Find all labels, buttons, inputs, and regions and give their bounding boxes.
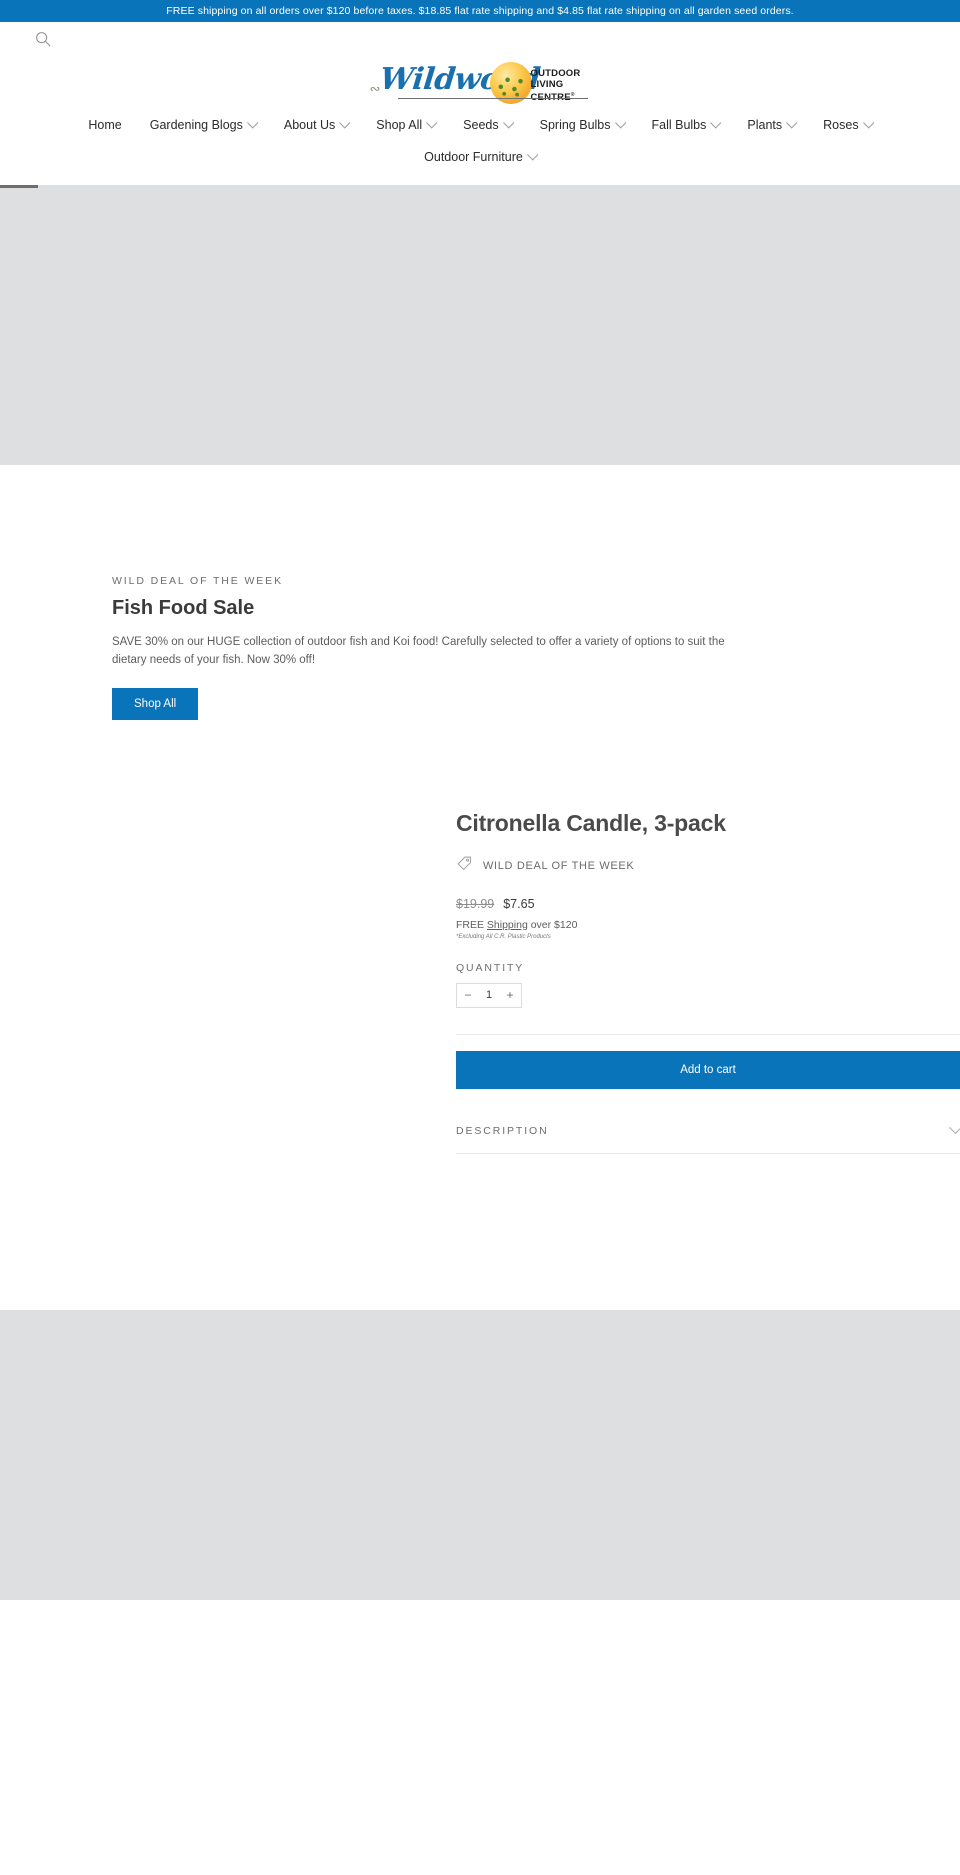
chevron-down-icon [246, 117, 259, 129]
chevron-down-icon [614, 117, 626, 129]
logo-tagline-line1: OUTDOOR [530, 68, 581, 79]
shipping-note: FREE Shipping over $120 [456, 919, 960, 931]
nav-label: Outdoor Furniture [424, 150, 523, 164]
chevron-down-icon [339, 117, 351, 129]
price-compare-at: $19.99 [456, 896, 495, 911]
nav-label: Fall Bulbs [651, 118, 707, 132]
shipping-prefix: FREE [456, 918, 487, 931]
shop-all-button[interactable]: Shop All [112, 687, 199, 720]
nav-label: Roses [823, 118, 859, 132]
site-logo[interactable]: ∾ Wildwood OUTDOOR LIVING CENTRE® [368, 58, 593, 106]
nav-label: Home [88, 118, 122, 132]
hero-banner[interactable] [0, 185, 960, 465]
section-divider [456, 1033, 960, 1035]
chevron-down-icon [426, 117, 438, 129]
footer-block [0, 1309, 960, 1600]
search-row [0, 22, 960, 56]
deal-content: WILD DEAL OF THE WEEK Fish Food Sale SAV… [80, 575, 880, 720]
nav-label: Gardening Blogs [149, 118, 243, 132]
deal-eyebrow: WILD DEAL OF THE WEEK [112, 575, 283, 587]
hero-progress-indicator [0, 185, 38, 188]
quantity-input[interactable] [479, 989, 499, 1002]
chevron-down-icon [786, 117, 798, 129]
quantity-stepper[interactable]: − + [456, 982, 522, 1008]
product-details: Citronella Candle, 3-pack WILD DEAL OF T… [456, 810, 960, 1190]
shipping-link[interactable]: Shipping [487, 919, 528, 931]
deal-of-the-week-section: WILD DEAL OF THE WEEK Fish Food Sale SAV… [0, 465, 960, 810]
logo-row: ∾ Wildwood OUTDOOR LIVING CENTRE® [0, 56, 960, 106]
site-header: ∾ Wildwood OUTDOOR LIVING CENTRE® Home G… [0, 22, 960, 185]
chevron-down-icon [710, 117, 722, 129]
nav-item-plants[interactable]: Plants [733, 112, 809, 138]
nav-item-gardening-blogs[interactable]: Gardening Blogs [136, 112, 270, 138]
chevron-down-icon [949, 1121, 960, 1135]
nav-second-row: Outdoor Furniture [0, 144, 960, 170]
shipping-fineprint: *Excluding All C.R. Plastic Products [456, 933, 551, 940]
quantity-label: QUANTITY [456, 961, 525, 974]
main-navigation: Home Gardening Blogs About Us Shop All S… [0, 106, 960, 184]
nav-item-about-us[interactable]: About Us [270, 112, 362, 138]
nav-label: Plants [747, 118, 783, 132]
quantity-decrease-button[interactable]: − [457, 984, 479, 1007]
price-current: $7.65 [503, 896, 535, 911]
product-title: Citronella Candle, 3-pack [456, 809, 726, 836]
nav-item-seeds[interactable]: Seeds [449, 112, 525, 138]
announcement-text: FREE shipping on all orders over $120 be… [166, 5, 794, 17]
product-image-gallery[interactable] [0, 809, 456, 1190]
deal-title: Fish Food Sale [112, 597, 255, 619]
shipping-suffix: over $120 [527, 918, 578, 931]
product-badge-label: WILD DEAL OF THE WEEK [483, 859, 635, 872]
nav-item-home[interactable]: Home [74, 112, 135, 138]
description-accordion-label: DESCRIPTION [456, 1124, 549, 1137]
nav-label: About Us [283, 118, 336, 132]
nav-label: Shop All [376, 118, 423, 132]
add-to-cart-button[interactable]: Add to cart [456, 1050, 960, 1089]
logo-underline [397, 98, 588, 99]
nav-item-outdoor-furniture[interactable]: Outdoor Furniture [410, 144, 550, 170]
description-accordion[interactable]: DESCRIPTION [456, 1119, 960, 1154]
announcement-bar: FREE shipping on all orders over $120 be… [0, 0, 960, 22]
chevron-down-icon [502, 117, 514, 129]
product-badge: WILD DEAL OF THE WEEK [456, 855, 960, 877]
nav-label: Seeds [463, 118, 499, 132]
tag-icon [456, 855, 473, 877]
nav-item-fall-bulbs[interactable]: Fall Bulbs [638, 112, 734, 138]
price-row: $19.99 $7.65 [456, 897, 960, 911]
nav-item-shop-all[interactable]: Shop All [362, 112, 449, 138]
nav-item-roses[interactable]: Roses [809, 112, 885, 138]
nav-label: Spring Bulbs [539, 118, 611, 132]
quantity-increase-button[interactable]: + [499, 984, 521, 1007]
nav-item-spring-bulbs[interactable]: Spring Bulbs [526, 112, 638, 138]
chevron-down-icon [862, 117, 874, 129]
deal-description: SAVE 30% on our HUGE collection of outdo… [112, 636, 725, 666]
product-section: Citronella Candle, 3-pack WILD DEAL OF T… [0, 809, 960, 1310]
search-icon[interactable] [34, 30, 52, 48]
chevron-down-icon [526, 149, 539, 161]
logo-tagline-line2: LIVING CENTRE [530, 79, 571, 104]
